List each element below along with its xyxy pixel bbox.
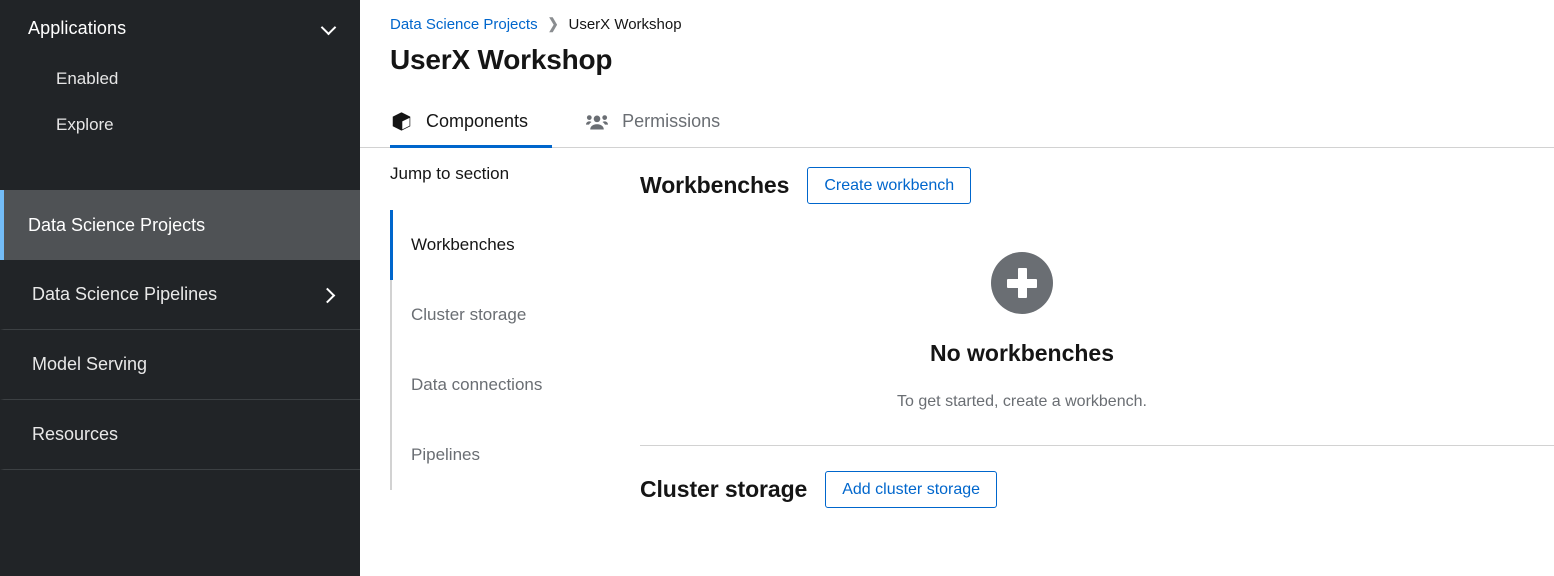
chevron-down-icon: [322, 21, 336, 35]
empty-state-body: To get started, create a workbench.: [897, 393, 1147, 410]
workbenches-empty-state: No workbenches To get started, create a …: [640, 212, 1554, 445]
tab-permissions[interactable]: Permissions: [586, 98, 744, 148]
breadcrumb-link-data-science-projects[interactable]: Data Science Projects: [390, 16, 538, 33]
breadcrumb-separator-icon: ❯: [547, 15, 559, 32]
sidebar-item-label: Data Science Pipelines: [32, 284, 218, 304]
jump-to-section-nav: Jump to section Workbenches Cluster stor…: [390, 148, 640, 516]
tab-label: Permissions: [622, 111, 721, 131]
sidebar-item-model-serving[interactable]: Model Serving: [0, 330, 360, 400]
tab-components[interactable]: Components: [390, 98, 553, 148]
sidebar-item-resources[interactable]: Resources: [0, 400, 360, 470]
sidebar-item-data-science-pipelines[interactable]: Data Science Pipelines: [0, 260, 360, 330]
sidebar-item-label: Data Science Projects: [28, 214, 206, 235]
tab-bar: Components Permissions: [360, 98, 1554, 148]
empty-state-title: No workbenches: [929, 340, 1115, 366]
tab-label: Components: [426, 111, 529, 131]
jump-item-pipelines[interactable]: Pipelines: [390, 420, 640, 490]
main-content: Data Science Projects ❯ UserX Workshop U…: [360, 0, 1554, 576]
section-title: Cluster storage: [640, 475, 808, 502]
sidebar-group-label: Applications: [28, 17, 127, 38]
sidebar-subitem-label: Explore: [56, 115, 114, 134]
users-icon: [586, 111, 609, 133]
jump-to-section-title: Jump to section: [390, 164, 510, 183]
application-window: Applications Enabled Explore Data Scienc…: [0, 0, 1554, 576]
breadcrumb: Data Science Projects ❯ UserX Workshop: [360, 0, 1554, 32]
sidebar-item-explore[interactable]: Explore: [0, 102, 360, 148]
section-header-workbenches: Workbenches Create workbench: [640, 158, 1554, 212]
chevron-right-icon: [322, 288, 336, 302]
plus-circle-icon: [991, 252, 1053, 314]
sidebar-navigation: Applications Enabled Explore Data Scienc…: [0, 0, 360, 576]
page-title: UserX Workshop: [390, 44, 613, 75]
section-header-cluster-storage: Cluster storage Add cluster storage: [640, 462, 1554, 516]
create-workbench-button[interactable]: Create workbench: [807, 166, 972, 204]
jump-item-label: Cluster storage: [411, 305, 527, 324]
cube-icon: [390, 111, 412, 133]
add-cluster-storage-button[interactable]: Add cluster storage: [825, 470, 998, 508]
sidebar-item-label: Model Serving: [32, 354, 148, 374]
sidebar-item-label: Resources: [32, 424, 119, 444]
jump-item-label: Data connections: [411, 375, 543, 394]
content-area: Jump to section Workbenches Cluster stor…: [360, 148, 1554, 516]
sidebar-subitem-label: Enabled: [56, 69, 119, 88]
sections-column: Workbenches Create workbench No workbenc…: [640, 148, 1554, 516]
jump-item-workbenches[interactable]: Workbenches: [390, 210, 640, 280]
sidebar-item-enabled[interactable]: Enabled: [0, 56, 360, 102]
sidebar-group-applications[interactable]: Applications: [0, 0, 360, 56]
sidebar-item-data-science-projects[interactable]: Data Science Projects: [0, 190, 360, 260]
jump-item-label: Workbenches: [411, 235, 515, 254]
jump-item-data-connections[interactable]: Data connections: [390, 350, 640, 420]
section-divider: [640, 445, 1554, 446]
section-title: Workbenches: [640, 171, 790, 198]
breadcrumb-current: UserX Workshop: [568, 15, 682, 33]
jump-item-cluster-storage[interactable]: Cluster storage: [390, 280, 640, 350]
jump-item-label: Pipelines: [411, 445, 480, 464]
jump-to-section-list: Workbenches Cluster storage Data connect…: [390, 210, 640, 490]
